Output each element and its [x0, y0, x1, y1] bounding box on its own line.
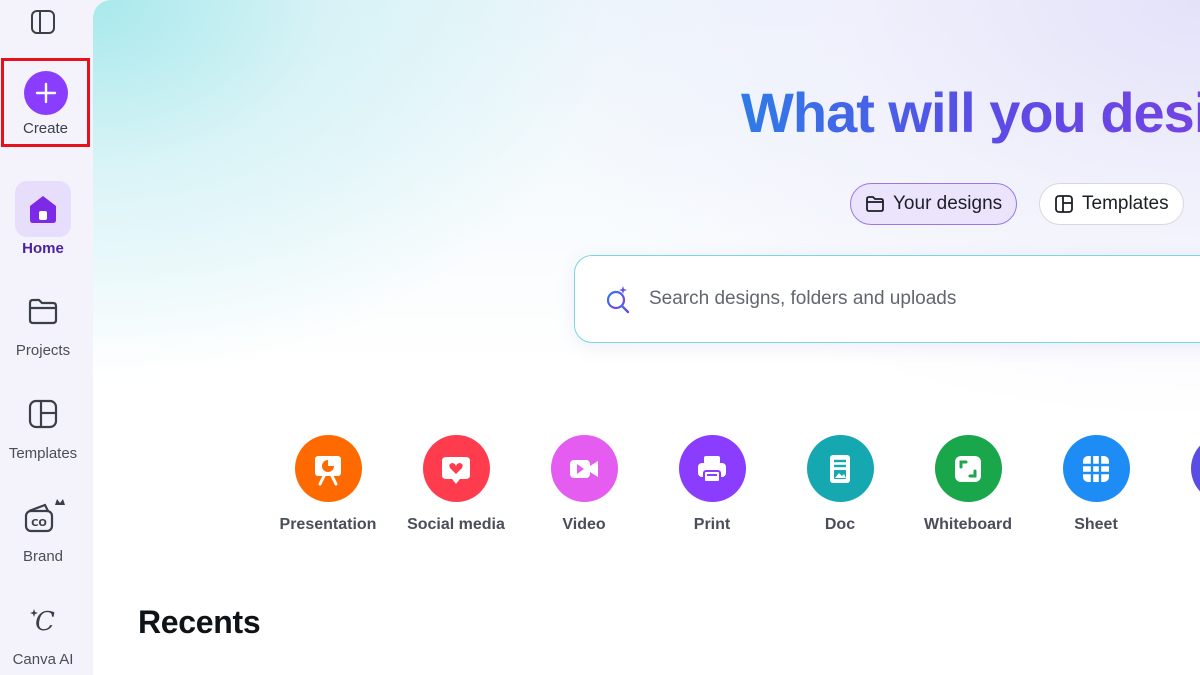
sidebar-item-label: Brand	[22, 548, 64, 565]
presentation-icon	[294, 435, 362, 502]
category-sheet[interactable]: Sheet	[1032, 435, 1160, 534]
home-icon	[15, 181, 71, 237]
category-label: Social media	[407, 516, 505, 533]
templates-icon	[15, 386, 71, 442]
category-label: Video	[562, 516, 606, 533]
tab-templates[interactable]: Templates	[1039, 183, 1184, 225]
recents-heading: Recents	[138, 604, 261, 640]
category-doc[interactable]: Doc	[776, 435, 904, 534]
category-label: Doc	[824, 516, 856, 533]
canva-ai-icon: C	[15, 592, 71, 648]
doc-icon	[806, 435, 874, 502]
tab-your-designs[interactable]: Your designs	[850, 183, 1018, 225]
main-panel: What will you design Your designs Templa…	[93, 0, 1200, 675]
category-label: Presentation	[279, 516, 377, 533]
sidebar-item-label: Home	[22, 240, 64, 257]
folder-icon	[15, 283, 71, 339]
tab-label: Templates	[1082, 193, 1169, 214]
create-label: Create	[22, 120, 69, 137]
sidebar-item-brand[interactable]: CO Brand	[0, 489, 86, 565]
category-whiteboard[interactable]: Whiteboard	[904, 435, 1032, 534]
video-icon	[550, 435, 618, 502]
category-label: Print	[693, 516, 731, 533]
sidebar-item-projects[interactable]: Projects	[0, 283, 86, 359]
tab-label: Your designs	[893, 193, 1003, 214]
category-video[interactable]: Video	[520, 435, 648, 534]
search-bar[interactable]	[574, 255, 1200, 343]
sidebar-item-canva-ai[interactable]: C Canva AI	[0, 592, 86, 668]
left-sidebar: Create Home Projects Templates CO Brand …	[0, 0, 92, 675]
page-title: What will you design	[741, 80, 1200, 145]
magic-search-icon	[606, 286, 630, 314]
sidebar-item-label: Templates	[8, 445, 78, 462]
plus-icon	[23, 71, 68, 115]
svg-text:CO: CO	[31, 518, 47, 529]
sidebar-item-home[interactable]: Home	[0, 181, 86, 257]
category-presentation[interactable]: Presentation	[264, 435, 392, 534]
sidebar-item-templates[interactable]: Templates	[0, 386, 86, 462]
sidebar-item-label: Canva AI	[12, 651, 74, 668]
hero-background	[93, 0, 1200, 430]
category-website[interactable]: W	[1160, 435, 1200, 534]
sheet-icon	[1062, 435, 1130, 502]
create-button[interactable]: Create	[1, 58, 90, 147]
website-icon	[1190, 435, 1200, 502]
brand-icon: CO	[15, 489, 71, 545]
sidebar-toggle-icon[interactable]	[29, 8, 57, 36]
search-input[interactable]	[647, 287, 1171, 311]
category-social-media[interactable]: Social media	[392, 435, 520, 534]
category-label: Whiteboard	[924, 516, 1012, 533]
social-media-icon	[422, 435, 490, 502]
category-print[interactable]: Print	[648, 435, 776, 534]
sidebar-item-label: Projects	[15, 342, 71, 359]
print-icon	[678, 435, 746, 502]
whiteboard-icon	[934, 435, 1002, 502]
category-label: Sheet	[1074, 516, 1118, 533]
svg-text:C: C	[35, 607, 55, 637]
templates-icon	[1055, 195, 1073, 213]
folder-icon	[866, 196, 884, 212]
